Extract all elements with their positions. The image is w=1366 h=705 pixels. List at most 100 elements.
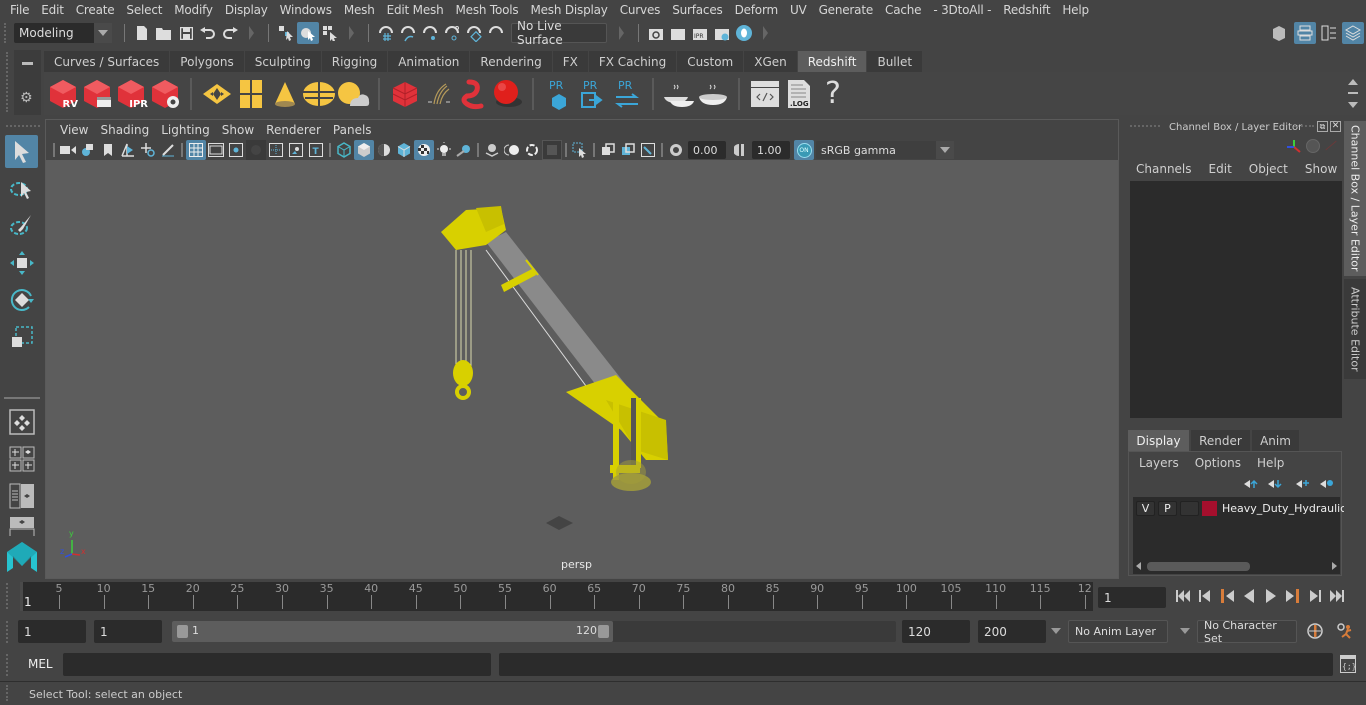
redshift-script-editor-icon[interactable] — [748, 76, 782, 112]
range-slider-start-handle[interactable] — [177, 625, 188, 638]
gate-mask-icon[interactable] — [246, 140, 266, 160]
range-slider[interactable]: 1 120 — [172, 621, 896, 642]
screen-space-ao-icon[interactable] — [482, 140, 502, 160]
isolate-select-icon[interactable] — [570, 140, 590, 160]
redshift-ipr-icon[interactable]: IPR — [114, 76, 148, 112]
smooth-shade-all-icon[interactable] — [354, 140, 374, 160]
default-material-icon[interactable] — [374, 140, 394, 160]
shelf-tab-xgen[interactable]: XGen — [744, 51, 798, 72]
four-view-layout-button[interactable] — [5, 442, 38, 475]
color-space-dropdown[interactable]: sRGB gamma — [816, 141, 954, 159]
redshift-volume-icon[interactable] — [456, 76, 490, 112]
redshift-ies-light-icon[interactable] — [268, 76, 302, 112]
textured-icon[interactable] — [414, 140, 434, 160]
use-all-lights-icon[interactable] — [434, 140, 454, 160]
2d-pan-zoom-icon[interactable] — [138, 140, 158, 160]
redshift-area-light-icon[interactable] — [200, 76, 234, 112]
grip-handle[interactable] — [4, 23, 10, 43]
save-scene-icon[interactable] — [175, 22, 197, 44]
undo-icon[interactable] — [197, 22, 219, 44]
menu-create[interactable]: Create — [70, 3, 121, 17]
select-camera-icon[interactable] — [58, 140, 78, 160]
current-frame-field[interactable]: 1 — [1098, 587, 1166, 608]
shelf-tab-fx[interactable]: FX — [552, 51, 589, 72]
open-scene-icon[interactable] — [153, 22, 175, 44]
render-settings-icon[interactable] — [711, 22, 733, 44]
snap-to-curve-icon[interactable] — [397, 22, 419, 44]
menu-mesh-display[interactable]: Mesh Display — [524, 3, 613, 17]
bookmark-icon[interactable] — [98, 140, 118, 160]
redshift-material-ball-icon[interactable] — [490, 76, 524, 112]
single-perspective-layout-button[interactable] — [5, 405, 38, 438]
exposure-field[interactable]: 0.00 — [688, 141, 726, 159]
panel-grip[interactable] — [1130, 125, 1160, 127]
shelf-tab-animation[interactable]: Animation — [388, 51, 471, 72]
manipulator-icon[interactable] — [1286, 139, 1302, 155]
play-backwards-icon[interactable] — [1240, 587, 1258, 605]
play-forwards-icon[interactable] — [1262, 587, 1280, 605]
create-layer-from-selected-icon[interactable] — [1320, 478, 1334, 488]
menu-redshift[interactable]: Redshift — [997, 3, 1056, 17]
safe-title-icon[interactable]: T — [306, 140, 326, 160]
layer-menu-options[interactable]: Options — [1195, 456, 1241, 470]
xray-active-components-icon[interactable] — [618, 140, 638, 160]
snap-to-view-plane-icon[interactable] — [441, 22, 463, 44]
select-tool[interactable] — [5, 135, 38, 168]
menu-curves[interactable]: Curves — [614, 3, 666, 17]
depth-of-field-icon[interactable] — [542, 140, 562, 160]
lasso-tool[interactable] — [5, 172, 38, 205]
select-by-hierarchy-icon[interactable] — [275, 22, 297, 44]
shelf-tab-custom[interactable]: Custom — [677, 51, 745, 72]
step-back-key-icon[interactable] — [1218, 587, 1236, 605]
scroll-menu-icon[interactable] — [1348, 92, 1358, 95]
animation-end-field[interactable]: 200 — [978, 620, 1046, 643]
float-panel-icon[interactable]: ⧉ — [1317, 121, 1328, 132]
scroll-right-icon[interactable] — [1332, 562, 1337, 570]
outliner-persp-layout-button[interactable] — [5, 479, 38, 512]
scrollbar-thumb[interactable] — [1147, 562, 1250, 571]
character-set-dropdown-arrow[interactable] — [1180, 628, 1190, 634]
menu-cache[interactable]: Cache — [879, 3, 927, 17]
wireframe-icon[interactable] — [334, 140, 354, 160]
toolbox-grip[interactable] — [6, 125, 40, 128]
script-editor-icon[interactable]: {;} — [1340, 655, 1356, 673]
menu-edit-mesh[interactable]: Edit Mesh — [381, 3, 450, 17]
viewport-menu-panels[interactable]: Panels — [327, 123, 378, 137]
speed-icon[interactable] — [1306, 139, 1320, 153]
collapse-arrow[interactable] — [619, 26, 624, 40]
layer-tab-anim[interactable]: Anim — [1252, 430, 1299, 451]
channel-box-toggle-icon[interactable] — [1342, 22, 1364, 44]
viewport-menu-show[interactable]: Show — [216, 123, 260, 137]
redshift-render-view-icon[interactable]: RV — [46, 76, 80, 112]
menu-windows[interactable]: Windows — [274, 3, 338, 17]
go-to-start-icon[interactable] — [1174, 587, 1192, 605]
menu-mesh[interactable]: Mesh — [338, 3, 381, 17]
range-slider-end-handle[interactable] — [598, 625, 609, 638]
side-tab-channel-box[interactable]: Channel Box / Layer Editor — [1344, 121, 1366, 276]
scroll-up-icon[interactable] — [1348, 79, 1358, 86]
collapse-arrow[interactable] — [249, 26, 254, 40]
safe-action-icon[interactable] — [286, 140, 306, 160]
command-grip[interactable] — [6, 654, 10, 676]
redshift-render-sequence-icon[interactable] — [80, 76, 114, 112]
menu-file[interactable]: File — [4, 3, 35, 17]
step-forward-frame-icon[interactable] — [1306, 587, 1324, 605]
menu-deform[interactable]: Deform — [729, 3, 784, 17]
scroll-down-icon[interactable] — [1348, 101, 1358, 108]
help-line-grip[interactable] — [6, 685, 10, 701]
grid-toggle-icon[interactable] — [186, 140, 206, 160]
redshift-help-icon[interactable]: ? — [816, 76, 850, 112]
snap-to-projected-center-icon[interactable] — [485, 22, 507, 44]
shelf-tab-menu-icon[interactable] — [22, 62, 33, 65]
crane-model[interactable] — [46, 160, 1118, 578]
move-layer-up-icon[interactable] — [1244, 478, 1258, 488]
hypershade-icon[interactable] — [733, 22, 755, 44]
gamma-icon[interactable] — [730, 140, 750, 160]
layer-tab-render[interactable]: Render — [1191, 430, 1250, 451]
menu-3dtoall[interactable]: - 3DtoAll - — [927, 3, 997, 17]
new-scene-icon[interactable] — [131, 22, 153, 44]
redshift-hair-icon[interactable] — [422, 76, 456, 112]
shelf-grip[interactable] — [6, 52, 10, 112]
redshift-pr-export-icon[interactable]: PR — [576, 76, 610, 112]
viewport-menu-shading[interactable]: Shading — [94, 123, 155, 137]
